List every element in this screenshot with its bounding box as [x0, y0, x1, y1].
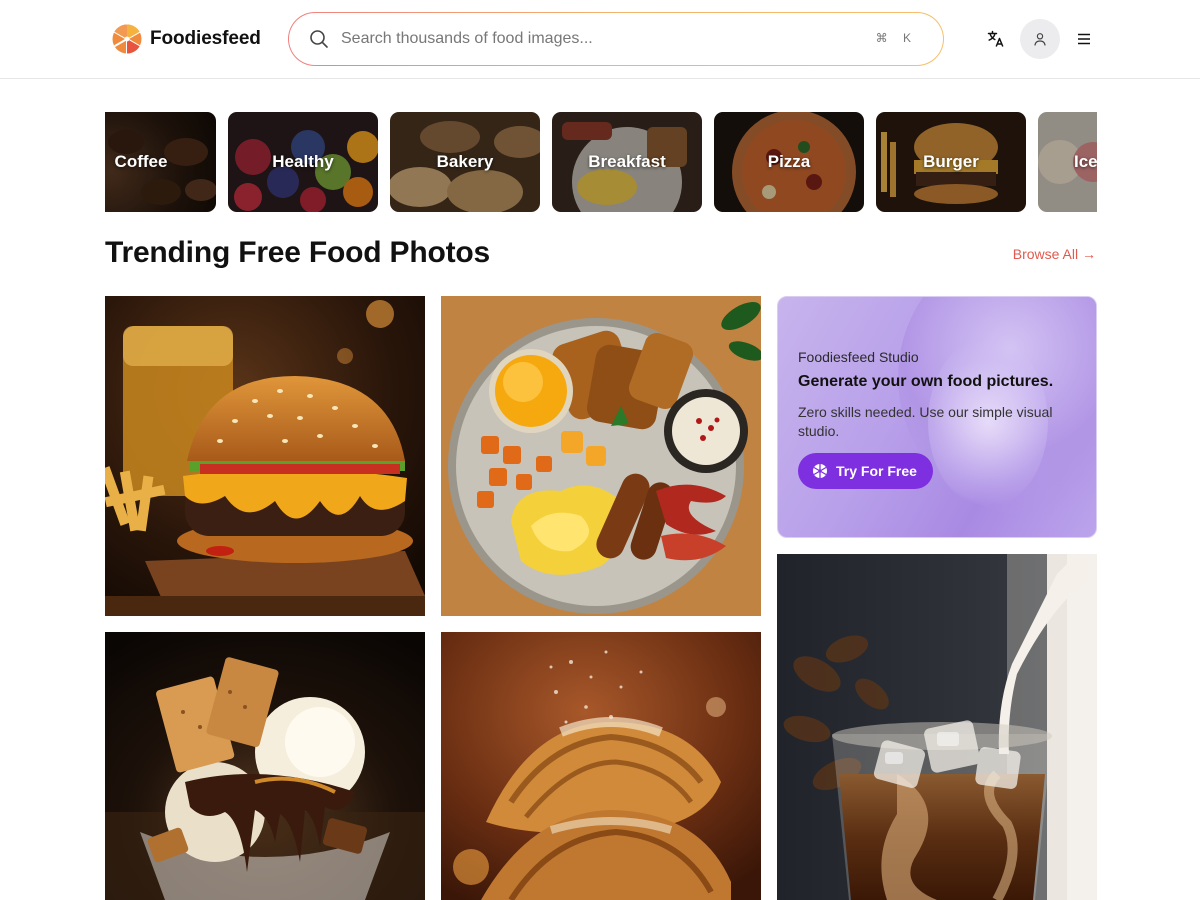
studio-title: Generate your own food pictures. — [798, 373, 1054, 390]
aperture-icon — [813, 464, 827, 478]
search-input[interactable] — [341, 13, 861, 64]
studio-promo-card: Foodiesfeed Studio Generate your own foo… — [777, 296, 1097, 538]
site-header: Foodiesfeed ⌘ K — [0, 0, 1200, 79]
user-account-button[interactable] — [1020, 19, 1060, 59]
photo-card-croissant[interactable] — [441, 632, 761, 900]
hamburger-menu-icon — [1078, 33, 1090, 45]
photo-card-ice-cream[interactable] — [105, 632, 425, 900]
croissant-photo — [441, 632, 761, 900]
category-breakfast[interactable]: Breakfast — [552, 112, 702, 212]
translate-icon — [987, 30, 1004, 47]
category-carousel: Coffee Healthy Bakery Breakfast Pizza Bu… — [105, 112, 1097, 212]
category-label: Healthy — [272, 152, 334, 171]
photo-card-breakfast[interactable] — [441, 296, 761, 616]
try-for-free-label: Try For Free — [836, 463, 917, 479]
breakfast-photo — [441, 296, 761, 616]
category-pizza[interactable]: Pizza — [714, 112, 864, 212]
category-bakery[interactable]: Bakery — [390, 112, 540, 212]
photo-card-iced-coffee[interactable] — [777, 554, 1097, 900]
category-label: Ice — [1074, 152, 1097, 171]
keyboard-shortcut-hint: ⌘ K — [875, 31, 917, 45]
photo-card-burger[interactable] — [105, 296, 425, 616]
section-title: Trending Free Food Photos — [105, 236, 491, 269]
logo-icon — [112, 24, 142, 54]
category-ice-cream[interactable]: Ice — [1038, 112, 1097, 212]
browse-all-link[interactable]: Browse All → — [1013, 246, 1096, 262]
search-icon — [310, 30, 328, 48]
menu-button[interactable] — [1072, 27, 1096, 51]
category-label: Bakery — [436, 152, 494, 171]
category-label: Pizza — [767, 152, 811, 171]
logo-link[interactable]: Foodiesfeed — [112, 24, 261, 54]
studio-eyebrow: Foodiesfeed Studio — [798, 349, 919, 365]
iced-coffee-photo — [777, 554, 1097, 900]
category-label: Burger — [923, 152, 979, 171]
try-for-free-button[interactable]: Try For Free — [798, 453, 933, 489]
language-button[interactable] — [982, 26, 1010, 52]
category-label: Breakfast — [588, 152, 666, 171]
category-burger[interactable]: Burger — [876, 112, 1026, 212]
category-coffee[interactable]: Coffee — [105, 112, 216, 212]
category-label: Coffee — [114, 152, 168, 171]
category-healthy[interactable]: Healthy — [228, 112, 378, 212]
brand-name: Foodiesfeed — [150, 28, 261, 49]
studio-description: Zero skills needed. Use our simple visua… — [798, 404, 1053, 439]
ice-cream-photo — [105, 632, 425, 900]
search-bar[interactable]: ⌘ K — [288, 12, 944, 66]
burger-photo — [105, 296, 425, 616]
user-icon — [1034, 33, 1046, 46]
